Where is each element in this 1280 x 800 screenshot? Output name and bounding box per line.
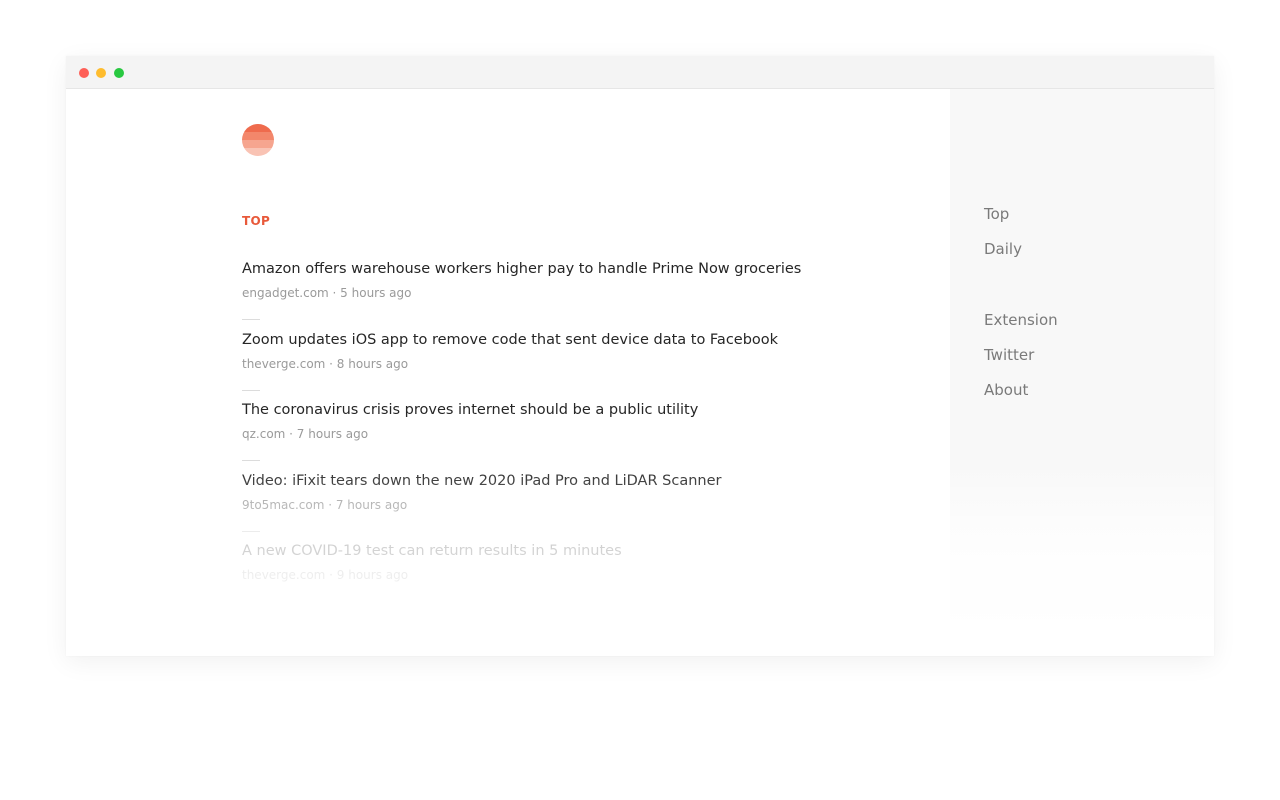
story-divider [242,319,260,320]
sidebar-link-about[interactable]: About [984,381,1028,399]
story-item: Amazon offers warehouse workers higher p… [242,259,902,320]
striped-sun-logo-icon[interactable] [242,124,274,156]
story-title-link[interactable]: Zoom updates iOS app to remove code that… [242,330,902,350]
story-meta: engadget.com · 5 hours ago [242,286,412,300]
sidebar-link-twitter[interactable]: Twitter [984,346,1034,364]
section-heading: TOP [242,214,271,228]
story-title-link[interactable]: The coronavirus crisis proves internet s… [242,400,902,420]
story-item: The coronavirus crisis proves internet s… [242,400,902,461]
minimize-window-icon[interactable] [96,68,106,78]
browser-window: TOP Amazon offers warehouse workers high… [66,56,1214,656]
story-divider [242,460,260,461]
story-meta: theverge.com · 9 hours ago [242,568,409,582]
window-titlebar [66,56,1214,89]
sidebar: Top Daily Extension Twitter About [950,89,1214,656]
story-item: A new COVID-19 test can return results i… [242,541,902,583]
story-title-link[interactable]: Amazon offers warehouse workers higher p… [242,259,902,279]
sidebar-link-extension[interactable]: Extension [984,311,1058,329]
story-meta: 9to5mac.com · 7 hours ago [242,498,408,512]
close-window-icon[interactable] [79,68,89,78]
logo-stripe [242,132,274,140]
sidebar-link-top[interactable]: Top [984,205,1009,223]
story-meta: theverge.com · 8 hours ago [242,357,409,371]
logo-stripe [242,124,274,132]
logo-stripe [242,148,274,156]
story-item: Zoom updates iOS app to remove code that… [242,330,902,391]
story-divider [242,531,260,532]
sidebar-link-daily[interactable]: Daily [984,240,1022,258]
story-meta: qz.com · 7 hours ago [242,427,369,441]
story-item: Video: iFixit tears down the new 2020 iP… [242,471,902,532]
logo-stripe [242,140,274,148]
story-title-link[interactable]: A new COVID-19 test can return results i… [242,541,902,561]
story-title-link[interactable]: Video: iFixit tears down the new 2020 iP… [242,471,902,491]
zoom-window-icon[interactable] [114,68,124,78]
story-divider [242,390,260,391]
